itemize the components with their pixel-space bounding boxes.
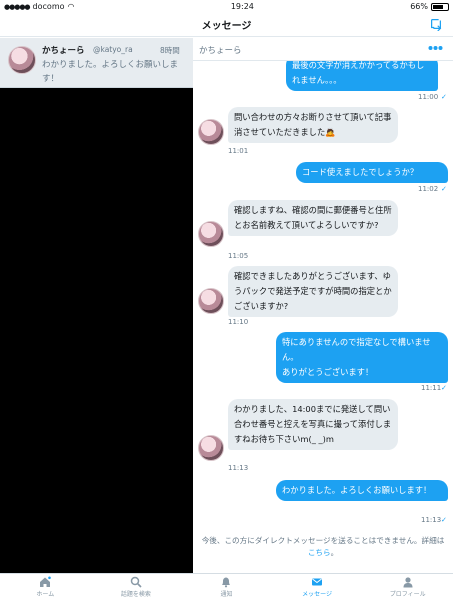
sender-avatar — [198, 119, 224, 145]
tab-label: プロフィール — [389, 591, 426, 598]
conversation-time: 8時間 — [160, 46, 180, 55]
incoming-message: 確認できましたありがとうございます、ゆうパックで発送予定ですが時間の指定とかござ… — [228, 266, 398, 317]
chat-title: かちょーら — [199, 46, 242, 56]
outgoing-message: コード使えましたでしょうか？ — [296, 162, 448, 183]
top-navigation: メッセージ — [0, 13, 453, 37]
person-icon — [403, 577, 413, 588]
message-time: 11:10 — [228, 318, 249, 326]
incoming-message: 確認しますね、確認の間に郵便番号と住所とお名前教えて頂いてよろしいですか? — [228, 200, 398, 236]
sender-avatar — [198, 221, 224, 247]
tab-label: ホーム — [36, 591, 55, 598]
read-check-icon: ✓ — [441, 93, 447, 101]
tab-home[interactable]: ホーム — [0, 574, 91, 600]
message-time: 11:00 — [418, 93, 439, 101]
clock: 19:24 — [230, 2, 254, 11]
status-bar: ●●●●● docomo ◠ 19:24 66% — [0, 0, 453, 13]
home-icon — [40, 576, 52, 587]
wifi-icon: ◠ — [67, 2, 75, 11]
battery-icon — [430, 2, 449, 11]
notice-end: 。 — [330, 548, 339, 557]
chat-header: かちょーら — [193, 38, 453, 61]
message-time: 11:01 — [228, 147, 249, 155]
dm-restriction-notice: 今後、この方にダイレクトメッセージを送ることはできません。詳細はこちら。 — [198, 535, 448, 559]
search-icon — [130, 576, 142, 588]
message-time: 11:11 — [421, 384, 442, 392]
read-check-icon: ✓ — [441, 384, 447, 392]
outgoing-message: 特にありませんので指定なしで構いません。 ありがとうございます！ — [276, 332, 448, 383]
incoming-message: わかりました、14:00までに発送して問い合わせ番号と控えを写真に撮って添付しま… — [228, 399, 398, 450]
message-time: 11:02 — [418, 185, 439, 193]
message-time: 11:13 — [228, 464, 249, 472]
conversation-name: かちょーら — [42, 46, 85, 56]
page-title: メッセージ — [201, 21, 252, 32]
outgoing-message: わかりました。よろしくお願いします！ — [276, 480, 448, 501]
bell-icon — [222, 577, 231, 588]
outgoing-message: 最後の文字が消えかかってるかもしれません。。。 — [286, 61, 438, 91]
notice-details-link[interactable]: こちら — [308, 548, 331, 557]
tab-notifications[interactable]: 通知 — [181, 574, 272, 600]
battery-percent: 66% — [410, 2, 428, 11]
avatar — [8, 46, 36, 74]
message-time: 11:13 — [421, 516, 442, 524]
envelope-icon — [312, 578, 323, 586]
sender-avatar — [198, 288, 224, 314]
read-check-icon: ✓ — [441, 516, 447, 524]
conversation-handle: @katyo_ra — [93, 45, 133, 54]
signal-icon: ●●●●● — [4, 2, 31, 11]
tab-search[interactable]: 話題を検索 — [91, 574, 182, 600]
conversation-item[interactable]: かちょーら @katyo_ra 8時間 わかりました。よろしくお願いします！ — [0, 38, 193, 88]
message-thread: 最後の文字が消えかかってるかもしれません。。。 11:00 ✓ 問い合わせの方々… — [193, 61, 453, 573]
tab-bar: ホーム 話題を検索 通知 メッセージ プロフィール — [0, 573, 453, 600]
message-time: 11:05 — [228, 252, 249, 260]
incoming-message: 問い合わせの方々お断りさせて頂いて記事消させていただきました🙇 — [228, 107, 398, 143]
tab-messages[interactable]: メッセージ — [272, 574, 363, 600]
tab-label: 通知 — [220, 591, 233, 598]
conversation-list: かちょーら @katyo_ra 8時間 わかりました。よろしくお願いします！ — [0, 38, 193, 573]
sender-avatar — [198, 435, 224, 461]
carrier-label: docomo — [32, 2, 65, 11]
tab-label: 話題を検索 — [120, 591, 151, 598]
tab-profile[interactable]: プロフィール — [362, 574, 453, 600]
conversation-preview: わかりました。よろしくお願いします！ — [42, 60, 179, 84]
read-check-icon: ✓ — [441, 185, 447, 193]
notice-text: 今後、この方にダイレクトメッセージを送ることはできません。詳細は — [201, 536, 445, 545]
tab-label: メッセージ — [302, 591, 333, 598]
more-options-icon[interactable] — [428, 45, 443, 51]
new-message-icon[interactable] — [429, 17, 443, 31]
